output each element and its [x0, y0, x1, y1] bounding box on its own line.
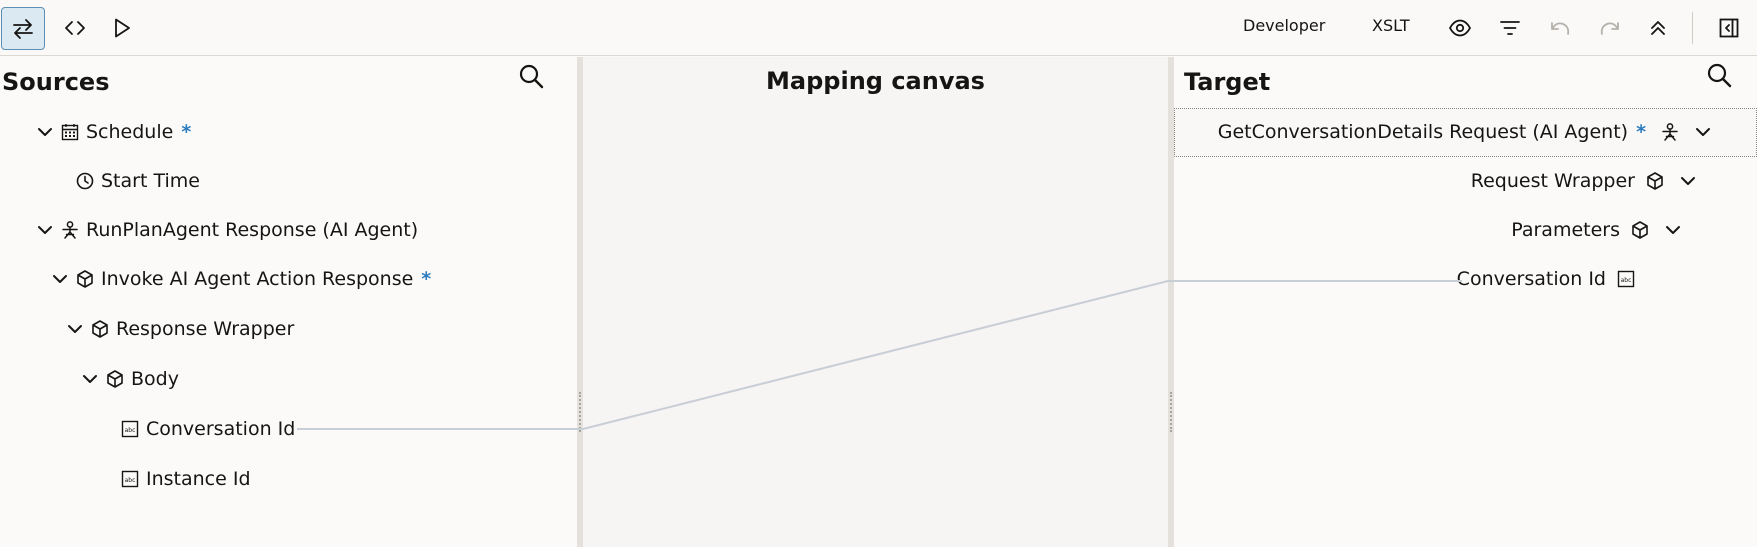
- target-node-conversation-id[interactable]: Conversation Id: [1457, 262, 1636, 296]
- chevron-down-icon[interactable]: [1679, 172, 1697, 190]
- source-node-instance-id[interactable]: Instance Id: [120, 462, 251, 496]
- redo-button[interactable]: [1590, 8, 1630, 48]
- source-node-response-wrapper[interactable]: Response Wrapper: [66, 312, 294, 346]
- agent-icon: [60, 220, 80, 240]
- chevron-down-icon[interactable]: [66, 320, 84, 338]
- source-node-invoke-response[interactable]: Invoke AI Agent Action Response *: [51, 262, 431, 296]
- calendar-icon: [60, 122, 80, 142]
- panel-toggle-icon: [1719, 18, 1739, 38]
- xslt-button[interactable]: XSLT: [1372, 16, 1410, 35]
- chevron-down-icon[interactable]: [1694, 123, 1712, 141]
- target-node-label: Conversation Id: [1456, 268, 1606, 290]
- source-node-label: Invoke AI Agent Action Response: [101, 268, 414, 290]
- chevron-down-icon[interactable]: [1664, 221, 1682, 239]
- source-node-body[interactable]: Body: [81, 362, 179, 396]
- swap-button[interactable]: [1, 7, 45, 50]
- eye-icon: [1448, 19, 1472, 37]
- target-node-label: Parameters: [1511, 219, 1620, 241]
- string-icon: [1616, 269, 1636, 289]
- swap-icon: [13, 18, 33, 39]
- string-icon: [120, 419, 140, 439]
- mapping-canvas[interactable]: [583, 57, 1168, 547]
- target-node-label: Request Wrapper: [1470, 170, 1635, 192]
- source-node-label: Conversation Id: [146, 418, 296, 440]
- string-icon: [120, 469, 140, 489]
- source-node-schedule[interactable]: Schedule *: [36, 115, 191, 149]
- sources-title: Sources: [2, 68, 110, 96]
- view-options-button[interactable]: [1440, 8, 1480, 48]
- clock-icon: [75, 171, 95, 191]
- cube-icon: [105, 369, 125, 389]
- canvas-title: Mapping canvas: [766, 67, 985, 95]
- target-node-label: GetConversationDetails Request (AI Agent…: [1217, 121, 1629, 143]
- required-marker: *: [181, 121, 192, 143]
- search-icon: [1706, 62, 1732, 88]
- filter-button[interactable]: [1490, 8, 1530, 48]
- splitter-grip[interactable]: [579, 392, 581, 432]
- cube-icon: [1630, 220, 1650, 240]
- source-node-start-time[interactable]: Start Time: [75, 164, 200, 198]
- search-icon: [518, 63, 544, 89]
- cube-icon: [75, 269, 95, 289]
- redo-icon: [1600, 22, 1619, 35]
- source-node-label: Body: [131, 368, 179, 390]
- play-icon: [115, 18, 130, 38]
- source-node-runplanagent-response[interactable]: RunPlanAgent Response (AI Agent): [36, 213, 418, 247]
- source-node-label: Instance Id: [146, 468, 251, 490]
- target-node-request-wrapper[interactable]: Request Wrapper: [1471, 164, 1697, 198]
- collapse-all-button[interactable]: [1638, 8, 1678, 48]
- collapse-up-icon: [1651, 21, 1665, 35]
- chevron-down-icon[interactable]: [36, 221, 54, 239]
- code-view-button[interactable]: [55, 8, 95, 48]
- toolbar: Developer XSLT: [0, 0, 1757, 56]
- target-search-button[interactable]: [1706, 62, 1732, 92]
- source-node-label: Response Wrapper: [116, 318, 295, 340]
- cube-icon: [90, 319, 110, 339]
- source-node-label: Start Time: [101, 170, 200, 192]
- sources-search-button[interactable]: [518, 63, 544, 93]
- required-marker: *: [1636, 121, 1646, 143]
- target-node-parameters[interactable]: Parameters: [1511, 213, 1682, 247]
- developer-mode-button[interactable]: Developer: [1243, 16, 1325, 35]
- required-marker: *: [421, 268, 432, 290]
- filter-icon: [1500, 21, 1520, 35]
- run-test-button[interactable]: [102, 8, 142, 48]
- toolbar-divider: [1692, 12, 1693, 44]
- chevron-down-icon[interactable]: [81, 370, 99, 388]
- chevron-down-icon[interactable]: [51, 270, 69, 288]
- agent-icon: [1660, 122, 1680, 142]
- undo-icon: [1551, 22, 1570, 35]
- source-node-conversation-id[interactable]: Conversation Id: [120, 412, 295, 446]
- chevron-down-icon[interactable]: [36, 123, 54, 141]
- target-title: Target: [1184, 68, 1271, 96]
- code-icon: [65, 21, 85, 35]
- target-node-getconversationdetails-request[interactable]: GetConversationDetails Request (AI Agent…: [1218, 115, 1712, 149]
- source-node-label: Schedule: [86, 121, 174, 143]
- panel-toggle-button[interactable]: [1709, 8, 1749, 48]
- source-node-label: RunPlanAgent Response (AI Agent): [86, 219, 419, 241]
- splitter-grip[interactable]: [1170, 392, 1172, 432]
- cube-icon: [1645, 171, 1665, 191]
- undo-button[interactable]: [1540, 8, 1580, 48]
